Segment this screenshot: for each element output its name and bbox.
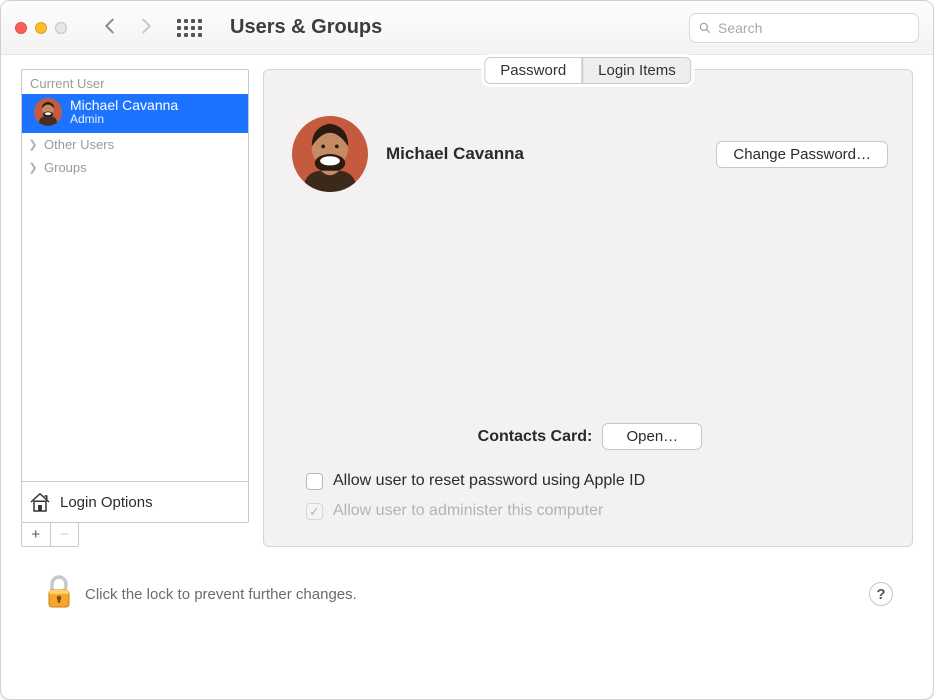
avatar-icon [34, 98, 62, 126]
allow-administer-row: Allow user to administer this computer [292, 496, 888, 526]
titlebar: Users & Groups [1, 1, 933, 55]
profile-name: Michael Cavanna [386, 144, 524, 164]
profile-row: Michael Cavanna Change Password… [292, 116, 888, 192]
nav-arrows [99, 15, 157, 40]
back-button[interactable] [99, 15, 121, 40]
help-button[interactable]: ? [869, 582, 893, 606]
close-window-button[interactable] [15, 22, 27, 34]
sidebar: Current User [21, 69, 249, 547]
forward-button[interactable] [135, 15, 157, 40]
sidebar-user-role: Admin [70, 113, 178, 126]
login-options-label: Login Options [60, 494, 153, 511]
search-input[interactable] [718, 20, 910, 36]
add-remove-controls: + − [21, 523, 79, 547]
body: Current User [1, 55, 933, 699]
zoom-window-button [55, 22, 67, 34]
chevron-right-icon: ❯ [28, 161, 38, 174]
minimize-window-button[interactable] [35, 22, 47, 34]
login-options-button[interactable]: Login Options [22, 481, 248, 522]
pane-title: Users & Groups [230, 16, 382, 39]
search-field-wrap[interactable] [689, 13, 919, 43]
contacts-card-row: Contacts Card: Open… [292, 423, 888, 450]
lock-text: Click the lock to prevent further change… [85, 586, 357, 603]
show-all-button[interactable] [177, 19, 202, 37]
search-icon [698, 21, 712, 35]
sidebar-other-users[interactable]: ❯ Other Users [22, 133, 248, 156]
allow-reset-password-row[interactable]: Allow user to reset password using Apple… [292, 466, 888, 496]
checkbox-icon [306, 503, 323, 520]
lock-icon[interactable] [45, 575, 73, 613]
preferences-window: Users & Groups Current User [0, 0, 934, 700]
main-panel: Password Login Items [263, 69, 913, 547]
sidebar-groups[interactable]: ❯ Groups [22, 156, 248, 179]
window-controls [15, 22, 67, 34]
open-contacts-button[interactable]: Open… [602, 423, 702, 450]
lock-bar: Click the lock to prevent further change… [21, 547, 913, 631]
tab-login-items[interactable]: Login Items [582, 57, 692, 84]
remove-user-button: − [51, 523, 79, 546]
sidebar-item-label: Groups [44, 160, 87, 175]
user-list: Current User [21, 69, 249, 523]
checkbox-icon[interactable] [306, 473, 323, 490]
contacts-card-label: Contacts Card: [478, 428, 593, 446]
sidebar-user-name: Michael Cavanna [70, 98, 178, 113]
allow-administer-label: Allow user to administer this computer [333, 502, 603, 520]
tab-bar: Password Login Items [484, 57, 691, 84]
chevron-right-icon: ❯ [28, 138, 38, 151]
change-password-button[interactable]: Change Password… [716, 141, 888, 168]
sidebar-section-current-user: Current User [22, 70, 248, 94]
tab-password[interactable]: Password [484, 57, 582, 84]
sidebar-item-label: Other Users [44, 137, 114, 152]
house-icon [28, 490, 52, 514]
sidebar-user-current[interactable]: Michael Cavanna Admin [22, 94, 248, 133]
allow-reset-password-label: Allow user to reset password using Apple… [333, 472, 645, 490]
user-avatar[interactable] [292, 116, 368, 192]
add-user-button[interactable]: + [22, 523, 51, 546]
